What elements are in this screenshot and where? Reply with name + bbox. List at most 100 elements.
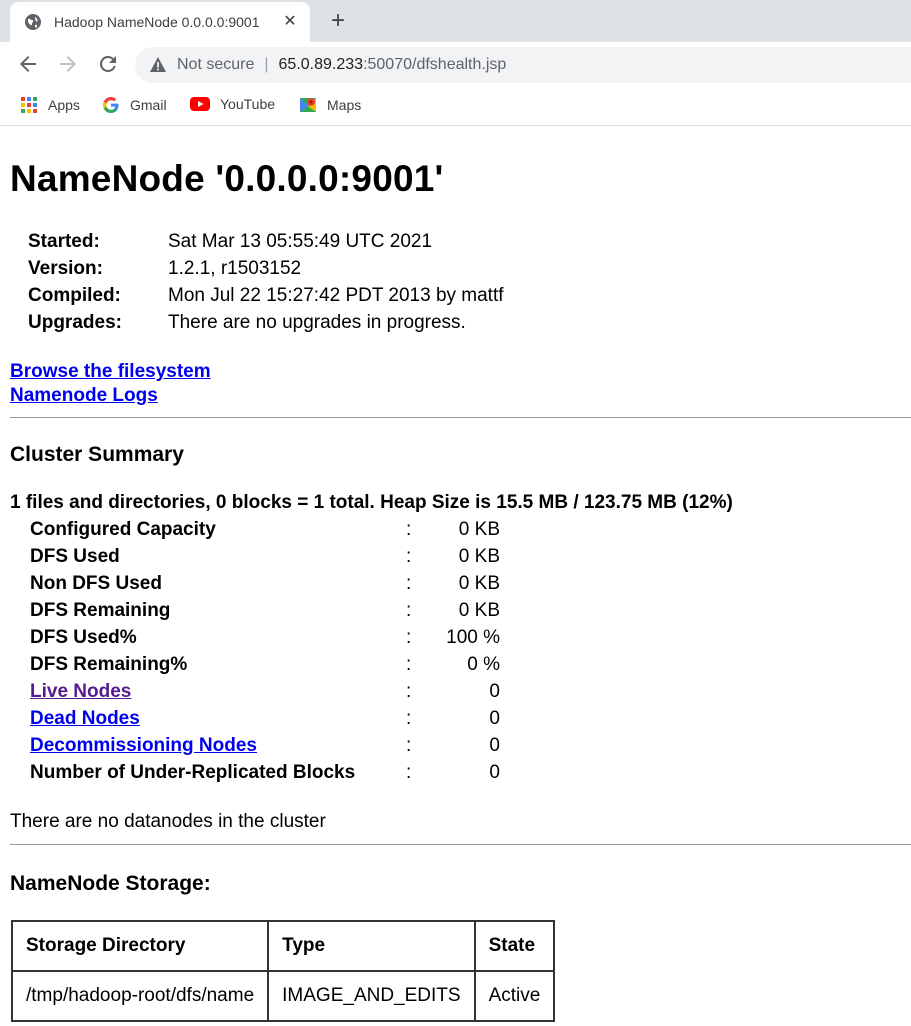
summary-row-decommissioning-nodes: Decommissioning Nodes : 0 (30, 732, 500, 759)
summary-key: DFS Remaining (30, 599, 171, 621)
summary-value: 0 KB (458, 518, 500, 540)
apps-grid-icon (21, 97, 37, 113)
url-separator: | (264, 56, 269, 73)
page-links: Browse the filesystem Namenode Logs (10, 360, 211, 408)
cluster-summary-heading: Cluster Summary (10, 443, 184, 466)
info-key: Version: (28, 257, 103, 279)
forward-arrow-icon[interactable] (56, 52, 80, 76)
summary-colon: : (406, 680, 412, 702)
browse-filesystem-link[interactable]: Browse the filesystem (10, 361, 211, 382)
back-arrow-icon[interactable] (16, 52, 40, 76)
decommissioning-nodes-link[interactable]: Decommissioning Nodes (30, 735, 257, 756)
summary-colon: : (406, 599, 412, 621)
reload-icon[interactable] (96, 52, 120, 76)
summary-value: 0 (489, 707, 500, 729)
storage-header-row: Storage Directory Type State (10, 920, 556, 972)
summary-colon: : (406, 761, 412, 783)
column-header: State (473, 920, 556, 972)
summary-value: 0 (489, 734, 500, 756)
divider (10, 417, 911, 418)
summary-colon: : (406, 545, 412, 567)
summary-colon: : (406, 518, 412, 540)
summary-row-dfs-remaining-percent: DFS Remaining% : 0 % (30, 651, 500, 678)
close-tab-icon[interactable]: ✕ (280, 12, 300, 32)
summary-key: Non DFS Used (30, 572, 162, 594)
no-datanodes-message: There are no datanodes in the cluster (10, 811, 326, 832)
summary-key: DFS Remaining% (30, 653, 188, 675)
summary-key: Configured Capacity (30, 518, 216, 540)
column-header: Storage Directory (10, 920, 270, 972)
info-value: There are no upgrades in progress. (168, 311, 466, 333)
storage-directory-cell: /tmp/hadoop-root/dfs/name (10, 970, 270, 1022)
summary-key: DFS Used (30, 545, 120, 567)
bookmark-label: Apps (48, 97, 80, 113)
summary-value: 0 KB (458, 572, 500, 594)
url-path: :50070/dfshealth.jsp (363, 56, 507, 73)
dead-nodes-link[interactable]: Dead Nodes (30, 708, 140, 729)
summary-line: 1 files and directories, 0 blocks = 1 to… (10, 492, 733, 513)
storage-table: Storage Directory Type State /tmp/hadoop… (10, 920, 556, 1022)
summary-value: 0 (489, 680, 500, 702)
info-key: Upgrades: (28, 311, 122, 333)
info-value: Mon Jul 22 15:27:42 PDT 2013 by mattf (168, 284, 504, 306)
summary-row-under-replicated-blocks: Number of Under-Replicated Blocks : 0 (30, 759, 500, 786)
summary-value: 0 (489, 761, 500, 783)
summary-value: 0 % (467, 653, 500, 675)
bookmark-label: Gmail (130, 97, 167, 113)
browser-toolbar: Not secure | 65.0.89.233:50070/dfshealth… (0, 42, 911, 88)
table-row: /tmp/hadoop-root/dfs/name IMAGE_AND_EDIT… (10, 970, 556, 1022)
summary-value: 0 KB (458, 545, 500, 567)
storage-type-cell: IMAGE_AND_EDITS (267, 970, 476, 1022)
bookmarks-bar: Apps Gmail YouTube Maps (0, 88, 911, 126)
page-title: NameNode '0.0.0.0:9001' (10, 158, 444, 199)
globe-icon (25, 14, 41, 30)
summary-key: Number of Under-Replicated Blocks (30, 761, 356, 783)
summary-key-cell: Decommissioning Nodes (30, 732, 406, 759)
namenode-logs-link[interactable]: Namenode Logs (10, 385, 158, 406)
summary-key-cell: Dead Nodes (30, 705, 406, 732)
info-value: 1.2.1, r1503152 (168, 257, 302, 279)
summary-colon: : (406, 626, 412, 648)
summary-row-live-nodes: Live Nodes : 0 (30, 678, 500, 705)
tab-title: Hadoop NameNode 0.0.0.0:9001 (54, 14, 260, 30)
info-row-compiled: Compiled: Mon Jul 22 15:27:42 PDT 2013 b… (28, 282, 504, 309)
divider (10, 844, 911, 845)
info-row-upgrades: Upgrades: There are no upgrades in progr… (28, 309, 504, 336)
namenode-info-table: Started: Sat Mar 13 05:55:49 UTC 2021 Ve… (28, 228, 504, 336)
bookmark-gmail[interactable]: Gmail (102, 96, 167, 114)
summary-key-cell: Live Nodes (30, 678, 406, 705)
new-tab-button[interactable]: + (326, 9, 350, 33)
summary-colon: : (406, 572, 412, 594)
bookmark-youtube[interactable]: YouTube (190, 96, 275, 112)
summary-row-non-dfs-used: Non DFS Used : 0 KB (30, 570, 500, 597)
summary-row-configured-capacity: Configured Capacity : 0 KB (30, 516, 500, 543)
summary-colon: : (406, 734, 412, 756)
summary-colon: : (406, 707, 412, 729)
bookmark-apps[interactable]: Apps (20, 96, 80, 114)
column-header: Type (267, 920, 476, 972)
summary-value: 0 KB (458, 599, 500, 621)
summary-value: 100 % (446, 626, 500, 648)
summary-row-dfs-remaining: DFS Remaining : 0 KB (30, 597, 500, 624)
not-secure-label[interactable]: Not secure (177, 56, 254, 74)
namenode-storage-heading: NameNode Storage: (10, 872, 211, 895)
storage-state-cell: Active (473, 970, 556, 1022)
warning-triangle-icon (150, 57, 166, 72)
browser-tab[interactable]: Hadoop NameNode 0.0.0.0:9001 ✕ (10, 2, 310, 42)
summary-row-dfs-used: DFS Used : 0 KB (30, 543, 500, 570)
summary-row-dead-nodes: Dead Nodes : 0 (30, 705, 500, 732)
info-row-started: Started: Sat Mar 13 05:55:49 UTC 2021 (28, 228, 504, 255)
google-icon (102, 96, 119, 114)
info-key: Compiled: (28, 284, 121, 306)
youtube-icon (190, 97, 210, 111)
url-host: 65.0.89.233 (278, 56, 364, 73)
bookmark-maps[interactable]: Maps (299, 96, 361, 114)
live-nodes-link[interactable]: Live Nodes (30, 681, 131, 702)
address-bar[interactable]: Not secure | 65.0.89.233:50070/dfshealth… (135, 47, 911, 83)
summary-row-dfs-used-percent: DFS Used% : 100 % (30, 624, 500, 651)
cluster-summary-table: Configured Capacity : 0 KB DFS Used : 0 … (30, 516, 500, 786)
summary-key: DFS Used% (30, 626, 137, 648)
info-value: Sat Mar 13 05:55:49 UTC 2021 (168, 230, 433, 252)
maps-icon (300, 98, 316, 112)
info-key: Started: (28, 230, 100, 252)
